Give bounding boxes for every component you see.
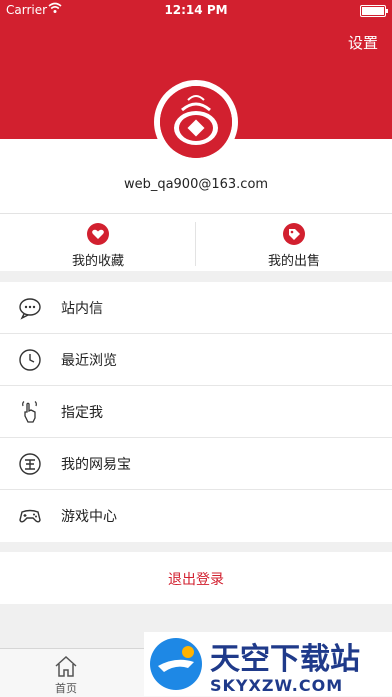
menu-item-games[interactable]: 游戏中心 bbox=[0, 490, 392, 542]
gamepad-icon bbox=[19, 509, 41, 523]
tile-selling[interactable]: 我的出售 bbox=[196, 214, 392, 271]
tab-home-label: 首页 bbox=[55, 682, 77, 695]
menu-item-recent[interactable]: 最近浏览 bbox=[0, 334, 392, 386]
avatar-image bbox=[160, 86, 232, 158]
menu-item-label: 站内信 bbox=[61, 301, 103, 317]
quick-tiles: 我的收藏 我的出售 bbox=[0, 213, 392, 271]
status-bar: Carrier 12:14 PM bbox=[0, 0, 392, 20]
watermark-subtitle: SKYXZW.COM bbox=[210, 676, 344, 695]
menu-item-label: 最近浏览 bbox=[61, 353, 117, 369]
menu-list: 站内信 最近浏览 指定我 我的网易宝 游戏中心 bbox=[0, 282, 392, 542]
tile-selling-label: 我的出售 bbox=[267, 254, 320, 269]
tile-favorites[interactable]: 我的收藏 bbox=[0, 214, 196, 271]
menu-item-label: 游戏中心 bbox=[61, 509, 117, 525]
watermark-title: 天空下载站 bbox=[210, 642, 360, 677]
home-icon bbox=[55, 655, 77, 677]
tab-home[interactable]: 首页 bbox=[38, 655, 94, 695]
logout-button[interactable]: 退出登录 bbox=[0, 552, 392, 604]
clock-icon bbox=[19, 349, 41, 371]
settings-button[interactable]: 设置 bbox=[348, 32, 378, 53]
heart-icon bbox=[87, 223, 109, 245]
menu-item-messages[interactable]: 站内信 bbox=[0, 282, 392, 334]
watermark: 天空下载站 SKYXZW.COM bbox=[144, 632, 392, 696]
treasure-pot-logo-icon bbox=[160, 86, 232, 158]
menu-item-wallet[interactable]: 我的网易宝 bbox=[0, 438, 392, 490]
chat-icon bbox=[19, 298, 41, 320]
avatar[interactable] bbox=[154, 80, 238, 164]
tile-favorites-label: 我的收藏 bbox=[71, 254, 124, 269]
menu-item-label: 我的网易宝 bbox=[61, 457, 131, 473]
logout-label: 退出登录 bbox=[168, 572, 224, 588]
watermark-logo-icon bbox=[150, 638, 202, 690]
battery-icon bbox=[360, 5, 388, 17]
menu-item-label: 指定我 bbox=[61, 405, 103, 421]
menu-item-assigned[interactable]: 指定我 bbox=[0, 386, 392, 438]
user-email: web_qa900@163.com bbox=[123, 177, 269, 192]
hand-pointer-icon bbox=[22, 401, 37, 423]
status-time: 12:14 PM bbox=[164, 3, 228, 17]
tag-icon bbox=[283, 223, 305, 245]
wallet-coin-icon bbox=[19, 453, 41, 475]
